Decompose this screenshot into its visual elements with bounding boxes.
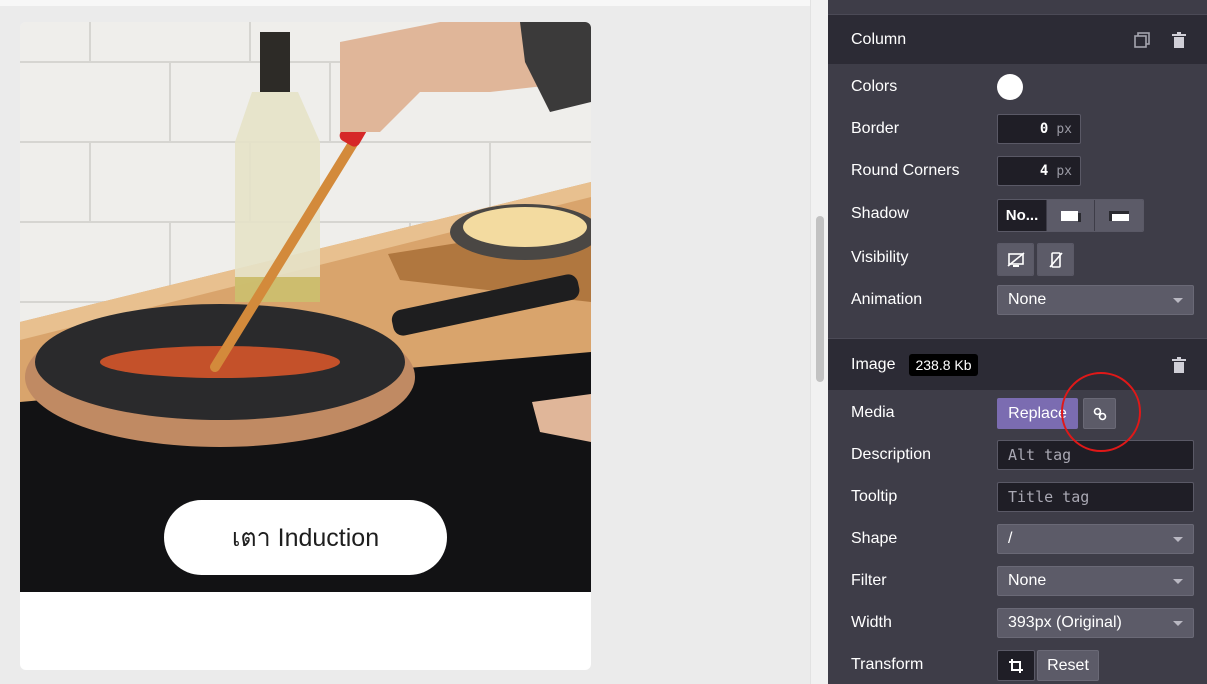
round-corners-row: Round Corners 4 px bbox=[828, 150, 1207, 192]
link-icon bbox=[1093, 407, 1106, 420]
desktop-hidden-icon bbox=[1006, 251, 1025, 267]
filter-select[interactable]: None bbox=[997, 566, 1194, 596]
canvas-scrollbar[interactable] bbox=[810, 0, 828, 684]
options-panel: Column Colors Border 0 px Round Corners … bbox=[828, 0, 1207, 684]
animation-label: Animation bbox=[851, 291, 923, 308]
width-select[interactable]: 393px (Original) bbox=[997, 608, 1194, 638]
image-size-badge: 238.8 Kb bbox=[909, 353, 978, 376]
media-row: Media Replace bbox=[828, 392, 1207, 434]
transform-label: Transform bbox=[851, 656, 924, 673]
round-corners-label: Round Corners bbox=[851, 162, 960, 179]
shadow-inset-button[interactable] bbox=[1095, 200, 1143, 231]
shape-select[interactable]: / bbox=[997, 524, 1194, 554]
shape-row: Shape / bbox=[828, 518, 1207, 560]
chevron-down-icon bbox=[1173, 537, 1183, 542]
description-label: Description bbox=[851, 446, 932, 463]
shadow-row: Shadow No... bbox=[828, 193, 1207, 235]
crop-icon bbox=[1009, 658, 1023, 673]
shadow-options: No... bbox=[997, 199, 1144, 232]
tooltip-row: Tooltip Title tag bbox=[828, 476, 1207, 518]
column-card[interactable]: เตา Induction bbox=[20, 22, 591, 670]
title-tag-input[interactable]: Title tag bbox=[997, 482, 1194, 512]
caption-pill[interactable]: เตา Induction bbox=[164, 500, 447, 575]
alt-tag-input[interactable]: Alt tag bbox=[997, 440, 1194, 470]
inset-shadow-icon bbox=[1109, 210, 1129, 221]
animation-value: None bbox=[1008, 291, 1047, 308]
shape-label: Shape bbox=[851, 530, 898, 547]
border-width-input[interactable]: 0 px bbox=[997, 114, 1081, 144]
round-corners-value: 4 bbox=[1039, 163, 1049, 179]
width-label: Width bbox=[851, 614, 892, 631]
column-section-header: Column bbox=[828, 14, 1207, 64]
filter-value: None bbox=[1008, 572, 1047, 589]
visibility-label: Visibility bbox=[851, 249, 909, 266]
animation-row: Animation None bbox=[828, 279, 1207, 321]
chevron-down-icon bbox=[1173, 298, 1183, 303]
canvas-top-strip bbox=[0, 0, 810, 6]
round-corners-input[interactable]: 4 px bbox=[997, 156, 1081, 186]
chevron-down-icon bbox=[1173, 579, 1183, 584]
round-corners-unit: px bbox=[1056, 163, 1072, 179]
trash-icon[interactable] bbox=[1170, 31, 1188, 49]
duplicate-icon[interactable] bbox=[1133, 31, 1151, 49]
hide-desktop-button[interactable] bbox=[998, 244, 1033, 275]
replace-button[interactable]: Replace bbox=[997, 398, 1078, 429]
border-value: 0 bbox=[1039, 121, 1049, 137]
hide-mobile-button[interactable] bbox=[1038, 244, 1073, 275]
visibility-options-2 bbox=[1037, 243, 1074, 276]
border-row: Border 0 px bbox=[828, 108, 1207, 150]
editor-canvas: เตา Induction bbox=[0, 0, 810, 684]
colors-label: Colors bbox=[851, 78, 898, 95]
image-section-title: Image bbox=[851, 355, 896, 373]
description-row: Description Alt tag bbox=[828, 434, 1207, 476]
width-value: 393px (Original) bbox=[1008, 614, 1122, 631]
shadow-label: Shadow bbox=[851, 205, 909, 222]
outset-shadow-icon bbox=[1060, 210, 1081, 222]
visibility-row: Visibility bbox=[828, 237, 1207, 279]
filter-row: Filter None bbox=[828, 560, 1207, 602]
width-row: Width 393px (Original) bbox=[828, 602, 1207, 644]
media-label: Media bbox=[851, 404, 895, 421]
filter-label: Filter bbox=[851, 572, 887, 589]
border-label: Border bbox=[851, 120, 900, 137]
reset-button[interactable]: Reset bbox=[1037, 650, 1099, 681]
image-section-header: Image 238.8 Kb bbox=[828, 338, 1207, 390]
mobile-hidden-icon bbox=[1048, 251, 1063, 268]
color-swatch[interactable] bbox=[997, 74, 1023, 100]
shadow-outset-button[interactable] bbox=[1047, 200, 1095, 231]
trash-icon[interactable] bbox=[1170, 356, 1188, 374]
crop-button[interactable] bbox=[997, 650, 1035, 681]
visibility-options bbox=[997, 243, 1034, 276]
tooltip-label: Tooltip bbox=[851, 488, 898, 505]
link-button[interactable] bbox=[1083, 398, 1116, 429]
shadow-none-button[interactable]: No... bbox=[998, 200, 1047, 231]
border-unit: px bbox=[1056, 121, 1072, 137]
scrollbar-thumb[interactable] bbox=[816, 216, 824, 382]
shape-value: / bbox=[1008, 530, 1013, 547]
column-section-title: Column bbox=[851, 30, 907, 48]
transform-row: Transform Reset bbox=[828, 644, 1207, 684]
colors-row: Colors bbox=[828, 66, 1207, 108]
animation-select[interactable]: None bbox=[997, 285, 1194, 315]
chevron-down-icon bbox=[1173, 621, 1183, 626]
